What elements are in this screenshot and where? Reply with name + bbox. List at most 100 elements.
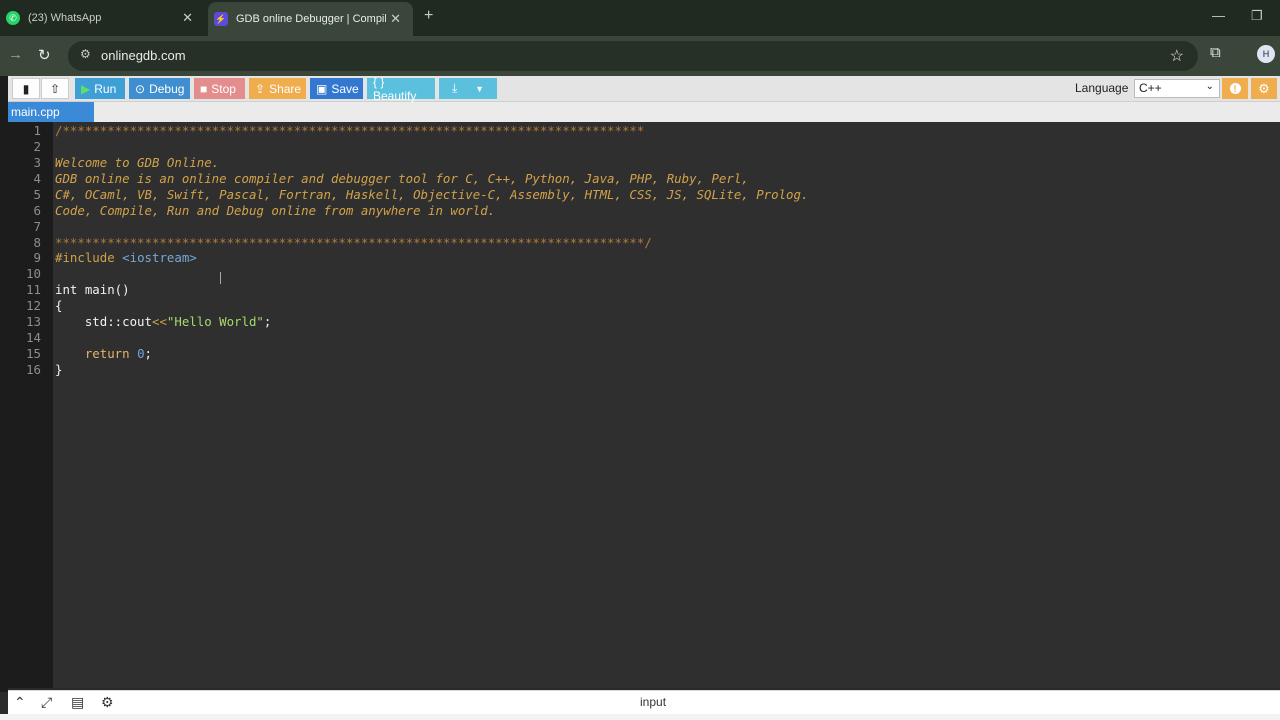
run-label: Run (94, 81, 117, 96)
new-file-button[interactable]: ▮ (12, 78, 40, 99)
file-tabs: main.cpp (8, 102, 1280, 122)
line-number: 7 (33, 219, 41, 234)
run-button[interactable]: ▶ Run (75, 78, 125, 99)
upload-icon: ⇧ (49, 81, 61, 96)
code-line-comment-top: /***************************************… (55, 123, 645, 138)
gdb-toolbar: ▮ ⇧ ▶ Run ⊙ Debug ■ Stop ⇪ Share ▣ Save … (8, 75, 1280, 103)
cout-target: std::cout (84, 314, 152, 329)
stop-button[interactable]: ■ Stop (194, 78, 245, 99)
line-number: 12 (26, 298, 41, 313)
save-label: Save (331, 81, 359, 96)
close-tab-icon[interactable]: ✕ (182, 10, 193, 26)
restore-icon[interactable]: ❐ (1251, 8, 1263, 24)
cout-semicolon: ; (263, 314, 272, 329)
code-line-comment: Code, Compile, Run and Debug online from… (55, 203, 496, 218)
chevron-down-icon: ⌄ (1205, 81, 1214, 92)
beautify-label: { } Beautify (373, 74, 417, 103)
extensions-icon[interactable]: ⧉ (1210, 44, 1221, 61)
site-settings-icon[interactable]: ⚙ (80, 47, 91, 61)
include-header: <iostream> (122, 250, 197, 265)
code-line-return: return 0; (55, 346, 152, 362)
cout-operator: << (151, 314, 167, 329)
download-icon: ⤓ (451, 81, 458, 95)
line-number: 2 (33, 139, 41, 154)
omnibox[interactable]: ⚙ onlinegdb.com ☆ (68, 41, 1198, 71)
tab-title: (23) WhatsApp (28, 12, 102, 24)
bookmark-star-icon[interactable]: ☆ (1170, 46, 1184, 66)
share-button[interactable]: ⇪ Share (249, 78, 306, 99)
line-number: 9 (33, 250, 41, 265)
code-line-close-brace: } (55, 362, 63, 377)
line-number: 11 (26, 282, 41, 297)
io-panel-bar: ⌃ ⤢ ▤ ⚙ input (8, 690, 1280, 715)
cout-string: "Hello World" (166, 314, 264, 329)
forward-icon[interactable]: → (8, 46, 23, 63)
return-semicolon: ; (144, 346, 153, 361)
upload-button[interactable]: ⇧ (41, 78, 69, 99)
return-value: 0 (137, 346, 145, 361)
code-line-comment: GDB online is an online compiler and deb… (55, 171, 749, 186)
browser-tab-bar: ✆ (23) WhatsApp ✕ ⚡ GDB online Debugger … (0, 0, 1280, 36)
gear-icon: ⚙ (1258, 80, 1270, 96)
line-number: 10 (26, 266, 41, 281)
line-number: 16 (26, 362, 41, 377)
line-number: 15 (26, 346, 41, 361)
gear-icon[interactable]: ⚙ (101, 694, 114, 711)
language-value: C++ (1139, 81, 1162, 95)
play-icon: ▶ (81, 81, 91, 96)
profile-avatar[interactable]: H (1257, 45, 1275, 63)
code-line-open-brace: { (55, 298, 63, 313)
language-select[interactable]: C++ ⌄ (1134, 79, 1220, 98)
code-line-main: int main() (55, 282, 130, 297)
line-number: 13 (26, 314, 41, 329)
panel-layout-icon[interactable]: ▤ (71, 694, 84, 711)
code-line-comment: C#, OCaml, VB, Swift, Pascal, Fortran, H… (55, 187, 809, 202)
browser-tab-whatsapp[interactable]: ✆ (23) WhatsApp ✕ (0, 4, 205, 32)
line-number: 5 (33, 187, 41, 202)
line-number: 8 (33, 235, 41, 250)
language-label: Language (1075, 81, 1129, 95)
left-strip (0, 76, 8, 692)
share-label: Share (269, 81, 302, 96)
include-directive: #include (55, 250, 115, 265)
settings-button[interactable]: ⚙ (1251, 78, 1277, 99)
debug-button[interactable]: ⊙ Debug (129, 78, 190, 99)
info-button[interactable]: ! (1222, 78, 1248, 99)
stop-icon: ■ (200, 81, 208, 96)
debug-label: Debug (149, 81, 185, 96)
tab-title: GDB online Debugger | Compile (236, 13, 386, 25)
download-button[interactable]: ⤓ ▼ (439, 78, 497, 99)
line-number: 1 (33, 123, 41, 138)
reload-icon[interactable]: ↻ (38, 46, 51, 64)
save-icon: ▣ (316, 81, 328, 96)
code-line-comment-bottom: ****************************************… (55, 235, 652, 250)
dropdown-caret-icon[interactable]: ▼ (475, 84, 484, 94)
expand-icon[interactable]: ⤢ (41, 694, 52, 711)
beautify-button[interactable]: { } Beautify (367, 75, 435, 103)
line-number: 14 (26, 330, 41, 345)
info-icon: ! (1229, 83, 1241, 94)
line-number: 3 (33, 155, 41, 170)
code-line-comment: Welcome to GDB Online. (55, 155, 220, 170)
file-icon: ▮ (22, 81, 30, 96)
line-number: 6 (33, 203, 41, 218)
tab-main-cpp[interactable]: main.cpp (8, 102, 94, 122)
close-tab-icon[interactable]: ✕ (390, 11, 401, 27)
debug-icon: ⊙ (135, 81, 146, 96)
footer-strip (0, 714, 1280, 720)
whatsapp-icon: ✆ (6, 11, 20, 25)
share-icon: ⇪ (255, 81, 266, 96)
gdb-icon: ⚡ (214, 12, 228, 26)
address-bar-row: → ↻ ⚙ onlinegdb.com ☆ ⧉ H (0, 36, 1280, 76)
url-text[interactable]: onlinegdb.com (101, 48, 186, 63)
stop-label: Stop (211, 81, 236, 96)
browser-tab-gdb[interactable]: ⚡ GDB online Debugger | Compile ✕ (208, 2, 413, 36)
code-line-include: #include <iostream> (55, 250, 197, 266)
minimize-icon[interactable]: — (1212, 8, 1225, 23)
line-number: 4 (33, 171, 41, 186)
save-button[interactable]: ▣ Save (310, 78, 363, 99)
collapse-up-icon[interactable]: ⌃ (14, 694, 26, 711)
return-keyword: return (84, 346, 130, 361)
code-line-cout: std::cout<<"Hello World"; (55, 314, 272, 330)
new-tab-icon[interactable]: + (424, 7, 433, 25)
